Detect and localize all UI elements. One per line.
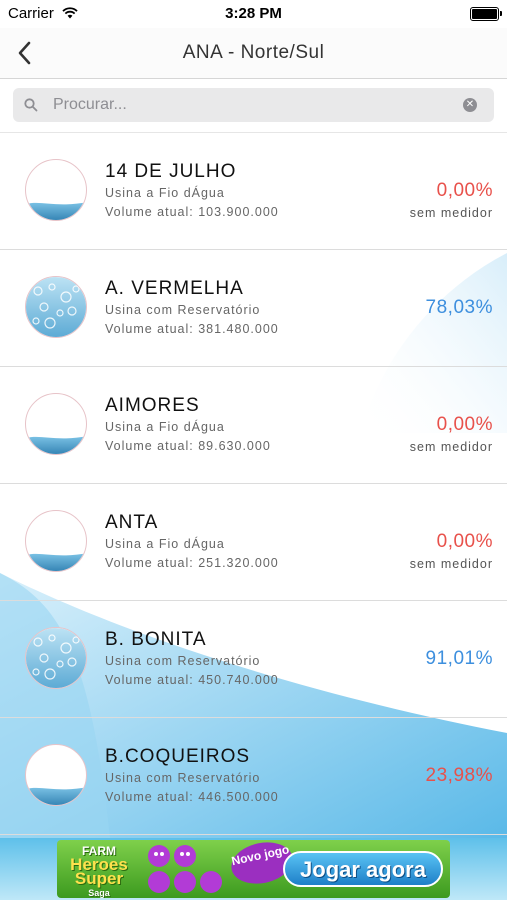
water-level-avatar bbox=[25, 276, 87, 338]
plant-name: B. BONITA bbox=[105, 629, 207, 650]
plant-percent: 23,98% bbox=[425, 765, 493, 786]
list-item[interactable]: ANTA Usina a Fio dÁgua Volume atual: 251… bbox=[0, 484, 507, 601]
plant-type: Usina com Reservatório bbox=[105, 303, 261, 317]
water-level-avatar bbox=[25, 627, 87, 689]
plant-volume: Volume atual: 89.630.000 bbox=[105, 439, 271, 453]
list-item[interactable]: AIMORES Usina a Fio dÁgua Volume atual: … bbox=[0, 367, 507, 484]
plant-type: Usina a Fio dÁgua bbox=[105, 537, 225, 551]
plant-percent: 0,00% bbox=[436, 180, 493, 201]
plant-percent: 91,01% bbox=[425, 648, 493, 669]
plant-type: Usina com Reservatório bbox=[105, 771, 261, 785]
search-icon bbox=[24, 98, 38, 112]
battery-icon bbox=[470, 7, 502, 21]
plant-percent: 78,03% bbox=[425, 297, 493, 318]
page-title: ANA - Norte/Sul bbox=[182, 42, 325, 63]
search-field[interactable]: ✕ bbox=[13, 88, 494, 122]
ad-banner[interactable]: FARM Heroes Super Saga Novo jogo Jogar a… bbox=[57, 840, 450, 898]
plant-list[interactable]: 14 DE JULHO Usina a Fio dÁgua Volume atu… bbox=[0, 133, 507, 838]
navigation-bar: ANA - Norte/Sul bbox=[0, 28, 507, 79]
plant-volume: Volume atual: 450.740.000 bbox=[105, 673, 279, 687]
clock: 3:28 PM bbox=[225, 5, 282, 22]
water-level-avatar bbox=[25, 159, 87, 221]
search-input[interactable] bbox=[53, 88, 453, 122]
clear-icon[interactable]: ✕ bbox=[463, 98, 477, 112]
plant-name: ANTA bbox=[105, 512, 159, 533]
list-item[interactable]: B. BONITA Usina com Reservatório Volume … bbox=[0, 601, 507, 718]
plant-percent: 0,00% bbox=[436, 414, 493, 435]
ad-game-logo: FARM Heroes Super Saga bbox=[63, 844, 135, 898]
ad-bar: FARM Heroes Super Saga Novo jogo Jogar a… bbox=[0, 838, 507, 900]
plant-type: Usina com Reservatório bbox=[105, 654, 261, 668]
search-bar: ✕ bbox=[0, 79, 507, 133]
plant-name: AIMORES bbox=[105, 395, 200, 416]
list-item[interactable]: B.COQUEIROS Usina com Reservatório Volum… bbox=[0, 718, 507, 835]
ad-logo-small: Saga bbox=[88, 888, 110, 898]
list-item[interactable]: 14 DE JULHO Usina a Fio dÁgua Volume atu… bbox=[0, 133, 507, 250]
plant-name: B.COQUEIROS bbox=[105, 746, 251, 767]
plant-volume: Volume atual: 103.900.000 bbox=[105, 205, 279, 219]
plant-name: A. VERMELHA bbox=[105, 278, 244, 299]
plant-name: 14 DE JULHO bbox=[105, 161, 237, 182]
ad-play-button[interactable]: Jogar agora bbox=[283, 851, 443, 887]
plant-volume: Volume atual: 251.320.000 bbox=[105, 556, 279, 570]
meter-status: sem medidor bbox=[409, 206, 493, 220]
plant-volume: Volume atual: 381.480.000 bbox=[105, 322, 279, 336]
water-level-avatar bbox=[25, 744, 87, 806]
plant-type: Usina a Fio dÁgua bbox=[105, 420, 225, 434]
plant-type: Usina a Fio dÁgua bbox=[105, 186, 225, 200]
meter-status: sem medidor bbox=[409, 440, 493, 454]
status-bar: Carrier 3:28 PM bbox=[0, 0, 507, 28]
ad-logo-bottom: Super bbox=[74, 869, 124, 888]
plant-volume: Volume atual: 446.500.000 bbox=[105, 790, 279, 804]
meter-status: sem medidor bbox=[409, 557, 493, 571]
plant-percent: 0,00% bbox=[436, 531, 493, 552]
ad-fruit-icons bbox=[148, 845, 222, 893]
water-level-avatar bbox=[25, 393, 87, 455]
water-level-avatar bbox=[25, 510, 87, 572]
list-item[interactable]: A. VERMELHA Usina com Reservatório Volum… bbox=[0, 250, 507, 367]
